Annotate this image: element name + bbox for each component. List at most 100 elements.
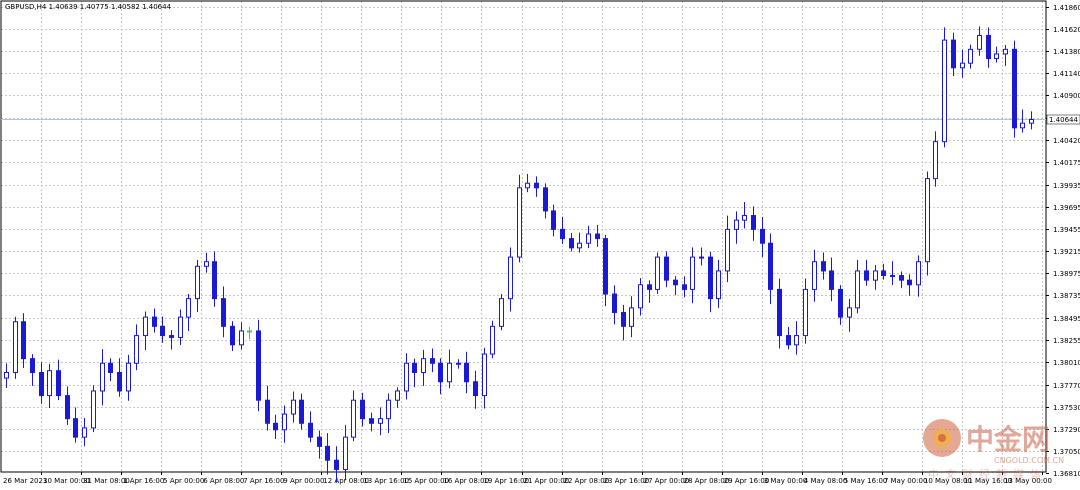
candle-body-bear [621,311,626,327]
candle-body-bull [499,298,504,327]
x-tick-label: 28 Apr 08:00 [684,477,730,485]
watermark: 中金网 CNGOLD.COM.CN 中文财经新媒体 [923,419,1064,481]
candle-body-bear [334,459,339,470]
candle-body-bull [734,219,739,230]
y-tick-label: 1.39695 [1053,204,1080,212]
candle-body-bear [838,288,843,318]
candle-body-bull [447,362,452,383]
candle-body-bear [360,399,365,420]
candle-body-bear [464,362,469,383]
candle-body-bear [317,436,322,447]
candle-body-bear [299,399,304,424]
y-tick-label: 1.41140 [1053,70,1080,78]
candle-body-bull [490,325,495,355]
candle-body-bear [864,270,869,281]
y-tick-label: 1.41860 [1053,4,1080,12]
candle-body-bear [230,325,235,346]
candle-body-bull [100,362,105,392]
watermark-brand: 中金网 [966,423,1050,456]
candle-body-bull [855,270,860,309]
candle-body-bull [916,261,921,286]
candle-body-bull [847,307,852,318]
candle-body-bull [91,390,96,429]
watermark-tagline: 中文财经新媒体 [928,467,1047,481]
chart-header: GBPUSD,H4 1.40639 1.40775 1.40582 1.4064… [5,3,172,11]
candle-body-bull [456,362,461,365]
candle-body-bull [517,187,522,258]
candle-body-bull [482,353,487,397]
candle-body-bear [325,445,330,461]
candle-body-bull [994,53,999,60]
candle-body-bull [638,284,643,309]
y-tick-label: 1.39455 [1053,226,1080,234]
y-tick-label: 1.37530 [1053,404,1080,412]
candle-body-bear [647,284,652,290]
candle-body-bull [968,48,973,64]
candle-body-bull [803,288,808,337]
candle-body-bear [412,362,417,374]
y-tick-label: 1.40900 [1053,92,1080,100]
x-tick-label: 23 Apr 16:00 [604,477,650,485]
candle-body-bear [560,228,565,240]
candle-body-bull [742,215,747,221]
x-tick-label: 12 Apr 08:00 [323,477,369,485]
candle-body-bull [143,316,148,337]
x-tick-label: 7 May 00:00 [884,477,928,485]
y-tick-label: 1.41380 [1053,48,1080,56]
x-tick-label: 7 Apr 16:00 [243,477,284,485]
y-tick-label: 1.39215 [1053,248,1080,256]
current-price-text: 1.40644 [1049,116,1078,124]
candle-body-bear [551,210,556,230]
candle-body-bull [343,436,348,470]
x-tick-label: 26 Mar 2021 [3,477,47,485]
candle-body-bear [768,242,773,290]
candle-body-bull [794,335,799,346]
candle-body-bull [195,265,200,300]
candle-body-bear [308,422,313,438]
y-tick-label: 1.40175 [1053,159,1080,167]
candle-body-bear [473,381,478,397]
y-tick-label: 1.38255 [1053,337,1080,345]
candle-body-bear [256,330,261,401]
y-tick-label: 1.37050 [1053,448,1080,456]
candle-body-bull [933,141,938,180]
candle-body-bear [907,279,912,286]
candle-body-bull [960,62,965,69]
y-tick-label: 1.36810 [1053,470,1080,478]
candle-body-bear [39,372,44,397]
x-tick-label: 19 Apr 16:00 [483,477,529,485]
candle-body-bull [47,370,52,397]
candle-body-bear [986,34,991,60]
candle-body-bull [1003,48,1008,55]
candle-body-bear [751,215,756,230]
candle-body-bear [777,288,782,337]
candle-body-bear [786,335,791,346]
candle-body-bull [873,270,878,281]
x-tick-label: 21 Apr 00:00 [524,477,570,485]
candle-body-bull [508,256,513,300]
candle-body-bear [760,228,765,244]
candle-body-bear [612,293,617,313]
candle-body-bull [386,399,391,420]
candle-body-bear [221,298,226,327]
y-tick-label: 1.40420 [1053,137,1080,145]
candle-body-bear [664,256,669,281]
candle-body-bull [690,256,695,290]
y-tick-label: 1.38975 [1053,270,1080,278]
candle-body-bull [82,427,87,438]
x-tick-label: 4 May 08:00 [804,477,848,485]
x-tick-label: 5 Apr 00:00 [163,477,204,485]
x-tick-label: 22 Apr 08:00 [564,477,610,485]
y-tick-label: 1.41620 [1053,26,1080,34]
price-chart[interactable]: 1.41860 1.41620 1.41380 1.41140 1.40900 1.406… [0,0,1080,490]
candle-body-bear [543,187,548,212]
candle-body-bull [655,256,660,290]
x-tick-label: 27 Apr 00:00 [644,477,690,485]
candle-body-bull [421,358,426,374]
candle-body-bull [629,307,634,327]
y-tick-label: 1.38735 [1053,292,1080,300]
candle-body-bull [404,362,409,392]
y-tick-label: 1.37290 [1053,426,1080,434]
candle-body-bear [21,321,26,360]
candle-body-bull [699,256,704,259]
